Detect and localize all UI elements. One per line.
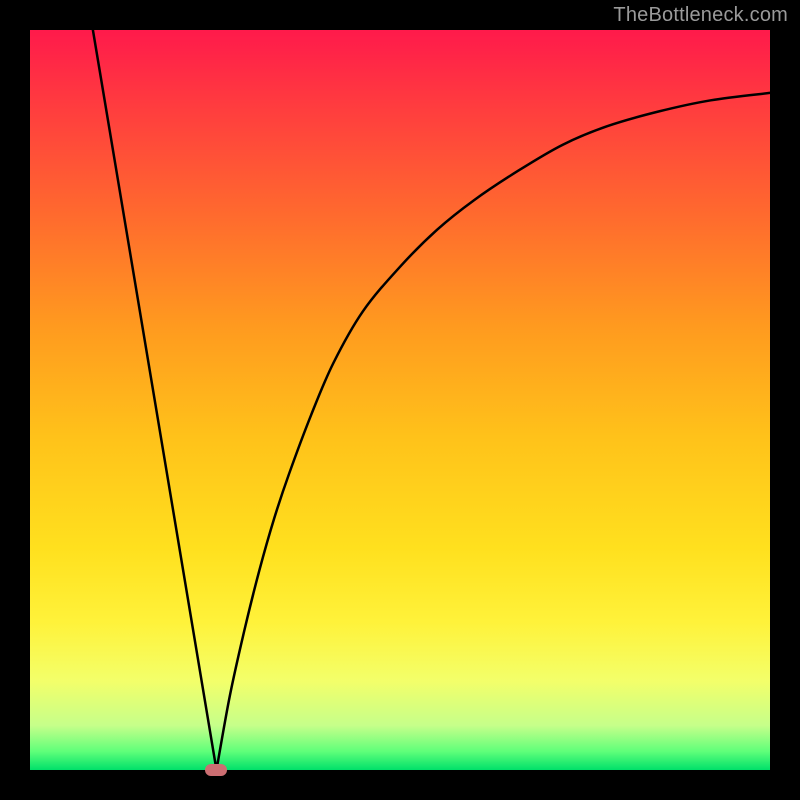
vertex-marker: [205, 764, 227, 776]
chart-frame: [30, 30, 770, 770]
bottleneck-chart: [30, 30, 770, 770]
chart-background: [30, 30, 770, 770]
attribution-text: TheBottleneck.com: [613, 4, 788, 27]
